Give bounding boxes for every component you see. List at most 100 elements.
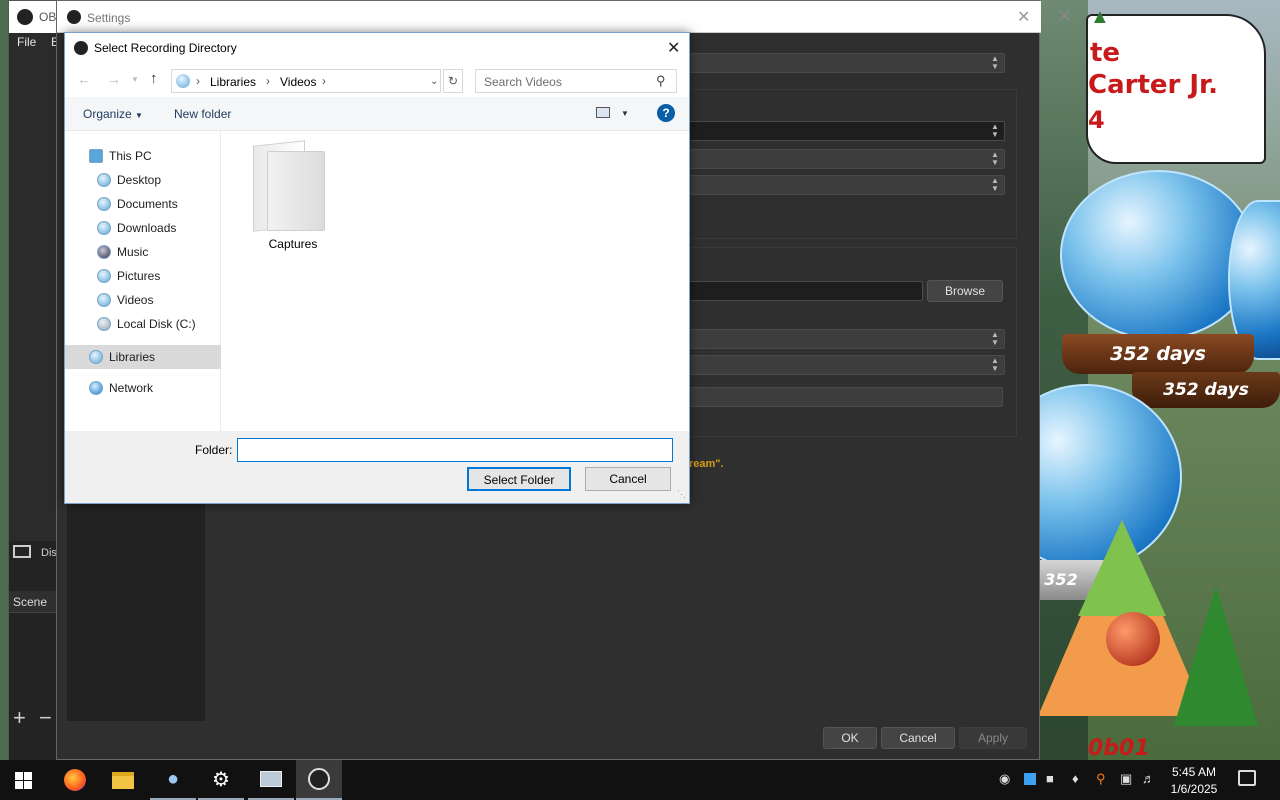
settings-input-1[interactable]: ▲ ▼ — [687, 121, 1005, 141]
settings-dropdown-2[interactable]: ▲ ▼ — [687, 149, 1005, 169]
this-pc-icon — [89, 149, 103, 163]
organize-button[interactable]: Organize ▼ — [83, 107, 143, 121]
back-icon[interactable]: ← — [77, 71, 91, 87]
widget-line-1: te — [1090, 38, 1121, 68]
settings-obs-icon — [67, 10, 81, 24]
settings-dropdown-5[interactable]: ▲ ▼ — [687, 355, 1005, 375]
nav-videos-label: Videos — [117, 293, 154, 307]
nav-desktop[interactable]: Desktop — [97, 169, 217, 191]
videos-icon — [97, 293, 111, 307]
taskbar-settings[interactable]: ⚙ — [198, 760, 244, 800]
tray-app-icon[interactable]: ■ — [1046, 771, 1054, 786]
spin-icon: ▲ ▼ — [991, 122, 999, 139]
documents-icon — [97, 197, 111, 211]
chevron-down-icon[interactable]: ⌄ — [430, 76, 438, 87]
tray-blue-square-icon[interactable] — [1024, 773, 1036, 785]
display-label: Dis — [41, 547, 57, 559]
dialog-obs-icon — [74, 41, 88, 55]
recent-locations-icon[interactable]: ▼ — [131, 75, 139, 84]
settings-dropdown-1[interactable]: ▲ ▼ — [687, 53, 1005, 73]
nav-downloads[interactable]: Downloads — [97, 217, 217, 239]
refresh-icon[interactable]: ↻ — [443, 69, 463, 93]
monitor-icon — [260, 771, 282, 787]
obs-close-icon[interactable]: ✕ — [1057, 6, 1072, 27]
settings-close-icon[interactable]: ✕ — [1017, 7, 1030, 27]
volume-icon[interactable]: ♬ — [1142, 771, 1155, 786]
nav-music[interactable]: Music — [97, 241, 217, 263]
globe-days-label-small: 352 days — [1132, 372, 1280, 408]
settings-cancel-button[interactable]: Cancel — [881, 727, 955, 749]
pyramid-top-decoration — [1078, 520, 1166, 616]
dialog-titlebar: Select Recording Directory ✕ — [65, 33, 689, 63]
resize-grip-icon[interactable]: ⋱ — [677, 489, 686, 500]
taskbar-file-explorer[interactable] — [100, 760, 146, 800]
chevron-down-icon: ▼ — [135, 111, 143, 120]
nav-network[interactable]: Network — [89, 377, 219, 399]
dialog-cancel-button[interactable]: Cancel — [585, 467, 671, 491]
obs-tray-icon[interactable]: ◉ — [999, 771, 1010, 787]
desktop-widget-card: te Carter Jr. 4 — [1086, 14, 1266, 164]
breadcrumb-libraries[interactable]: Libraries — [210, 75, 256, 89]
folder-item-label: Captures — [268, 237, 318, 251]
up-icon[interactable]: ↑ — [150, 70, 158, 87]
taskbar-app-people[interactable]: ● — [150, 760, 196, 800]
settings-dropdown-6[interactable] — [687, 387, 1003, 407]
nav-videos[interactable]: Videos — [97, 289, 217, 311]
scenes-header: Scene — [13, 595, 48, 609]
nav-libraries[interactable]: Libraries — [65, 345, 221, 369]
new-folder-button[interactable]: New folder — [174, 107, 231, 121]
breadcrumb-videos[interactable]: Videos — [280, 75, 316, 89]
clock-date[interactable]: 1/6/2025 — [1166, 782, 1222, 796]
folder-content-pane: Captures — [223, 131, 689, 431]
notifications-icon[interactable] — [1238, 770, 1256, 786]
nav-documents[interactable]: Documents — [97, 193, 217, 215]
pictures-icon — [97, 269, 111, 283]
address-bar[interactable]: › Libraries › Videos › ⌄ — [171, 69, 441, 93]
nav-libraries-label: Libraries — [109, 350, 156, 364]
help-icon[interactable]: ? — [657, 104, 675, 122]
nav-pictures-label: Pictures — [117, 269, 161, 283]
tray-drop-icon[interactable]: ♦ — [1072, 771, 1079, 786]
settings-dropdown-4[interactable]: ▲ ▼ — [687, 329, 1005, 349]
recording-path-input[interactable] — [687, 281, 923, 301]
nav-this-pc[interactable]: This PC — [89, 145, 219, 167]
organize-label: Organize — [83, 107, 132, 121]
desktop-icon — [97, 173, 111, 187]
dialog-title: Select Recording Directory — [94, 41, 237, 55]
tray-search-icon[interactable]: ⚲ — [1096, 771, 1106, 787]
network-icon[interactable]: ▣ — [1120, 771, 1132, 787]
folder-item-captures[interactable]: Captures — [249, 139, 337, 251]
settings-dropdown-3[interactable]: ▲ ▼ — [687, 175, 1005, 195]
dialog-close-icon[interactable]: ✕ — [667, 38, 680, 58]
chevron-down-icon[interactable]: ▼ — [621, 109, 629, 118]
browse-button[interactable]: Browse — [927, 280, 1003, 302]
remove-scene-icon[interactable]: − — [39, 707, 52, 729]
chevron-right-icon: › — [266, 74, 270, 88]
taskbar-firefox[interactable] — [52, 760, 98, 800]
obs-icon — [308, 768, 330, 790]
clock-time[interactable]: 5:45 AM — [1168, 765, 1220, 779]
search-input[interactable]: Search Videos ⚲ — [475, 69, 677, 93]
nav-this-pc-label: This PC — [109, 149, 152, 163]
spin-icon: ▲ ▼ — [991, 356, 999, 373]
windows-logo-icon — [14, 771, 32, 789]
widget-line-2: Carter Jr. — [1088, 70, 1219, 100]
settings-ok-button[interactable]: OK — [823, 727, 877, 749]
display-icon — [13, 545, 31, 558]
select-directory-dialog: Select Recording Directory ✕ ← → ▼ ↑ › L… — [64, 32, 690, 504]
settings-apply-button[interactable]: Apply — [959, 727, 1027, 749]
nav-pictures[interactable]: Pictures — [97, 265, 217, 287]
folder-field[interactable] — [237, 438, 673, 462]
select-folder-button[interactable]: Select Folder — [467, 467, 571, 491]
taskbar-app-monitor[interactable] — [248, 760, 294, 800]
start-button[interactable] — [0, 760, 46, 800]
menu-file[interactable]: File — [17, 35, 36, 49]
network-icon — [89, 381, 103, 395]
forward-icon[interactable]: → — [107, 71, 121, 87]
taskbar-obs[interactable] — [296, 760, 342, 800]
nav-local-disk[interactable]: Local Disk (C:) — [97, 313, 217, 335]
downloads-icon — [97, 221, 111, 235]
view-options-icon[interactable] — [596, 107, 610, 118]
nav-documents-label: Documents — [117, 197, 178, 211]
add-scene-icon[interactable]: + — [13, 707, 26, 729]
